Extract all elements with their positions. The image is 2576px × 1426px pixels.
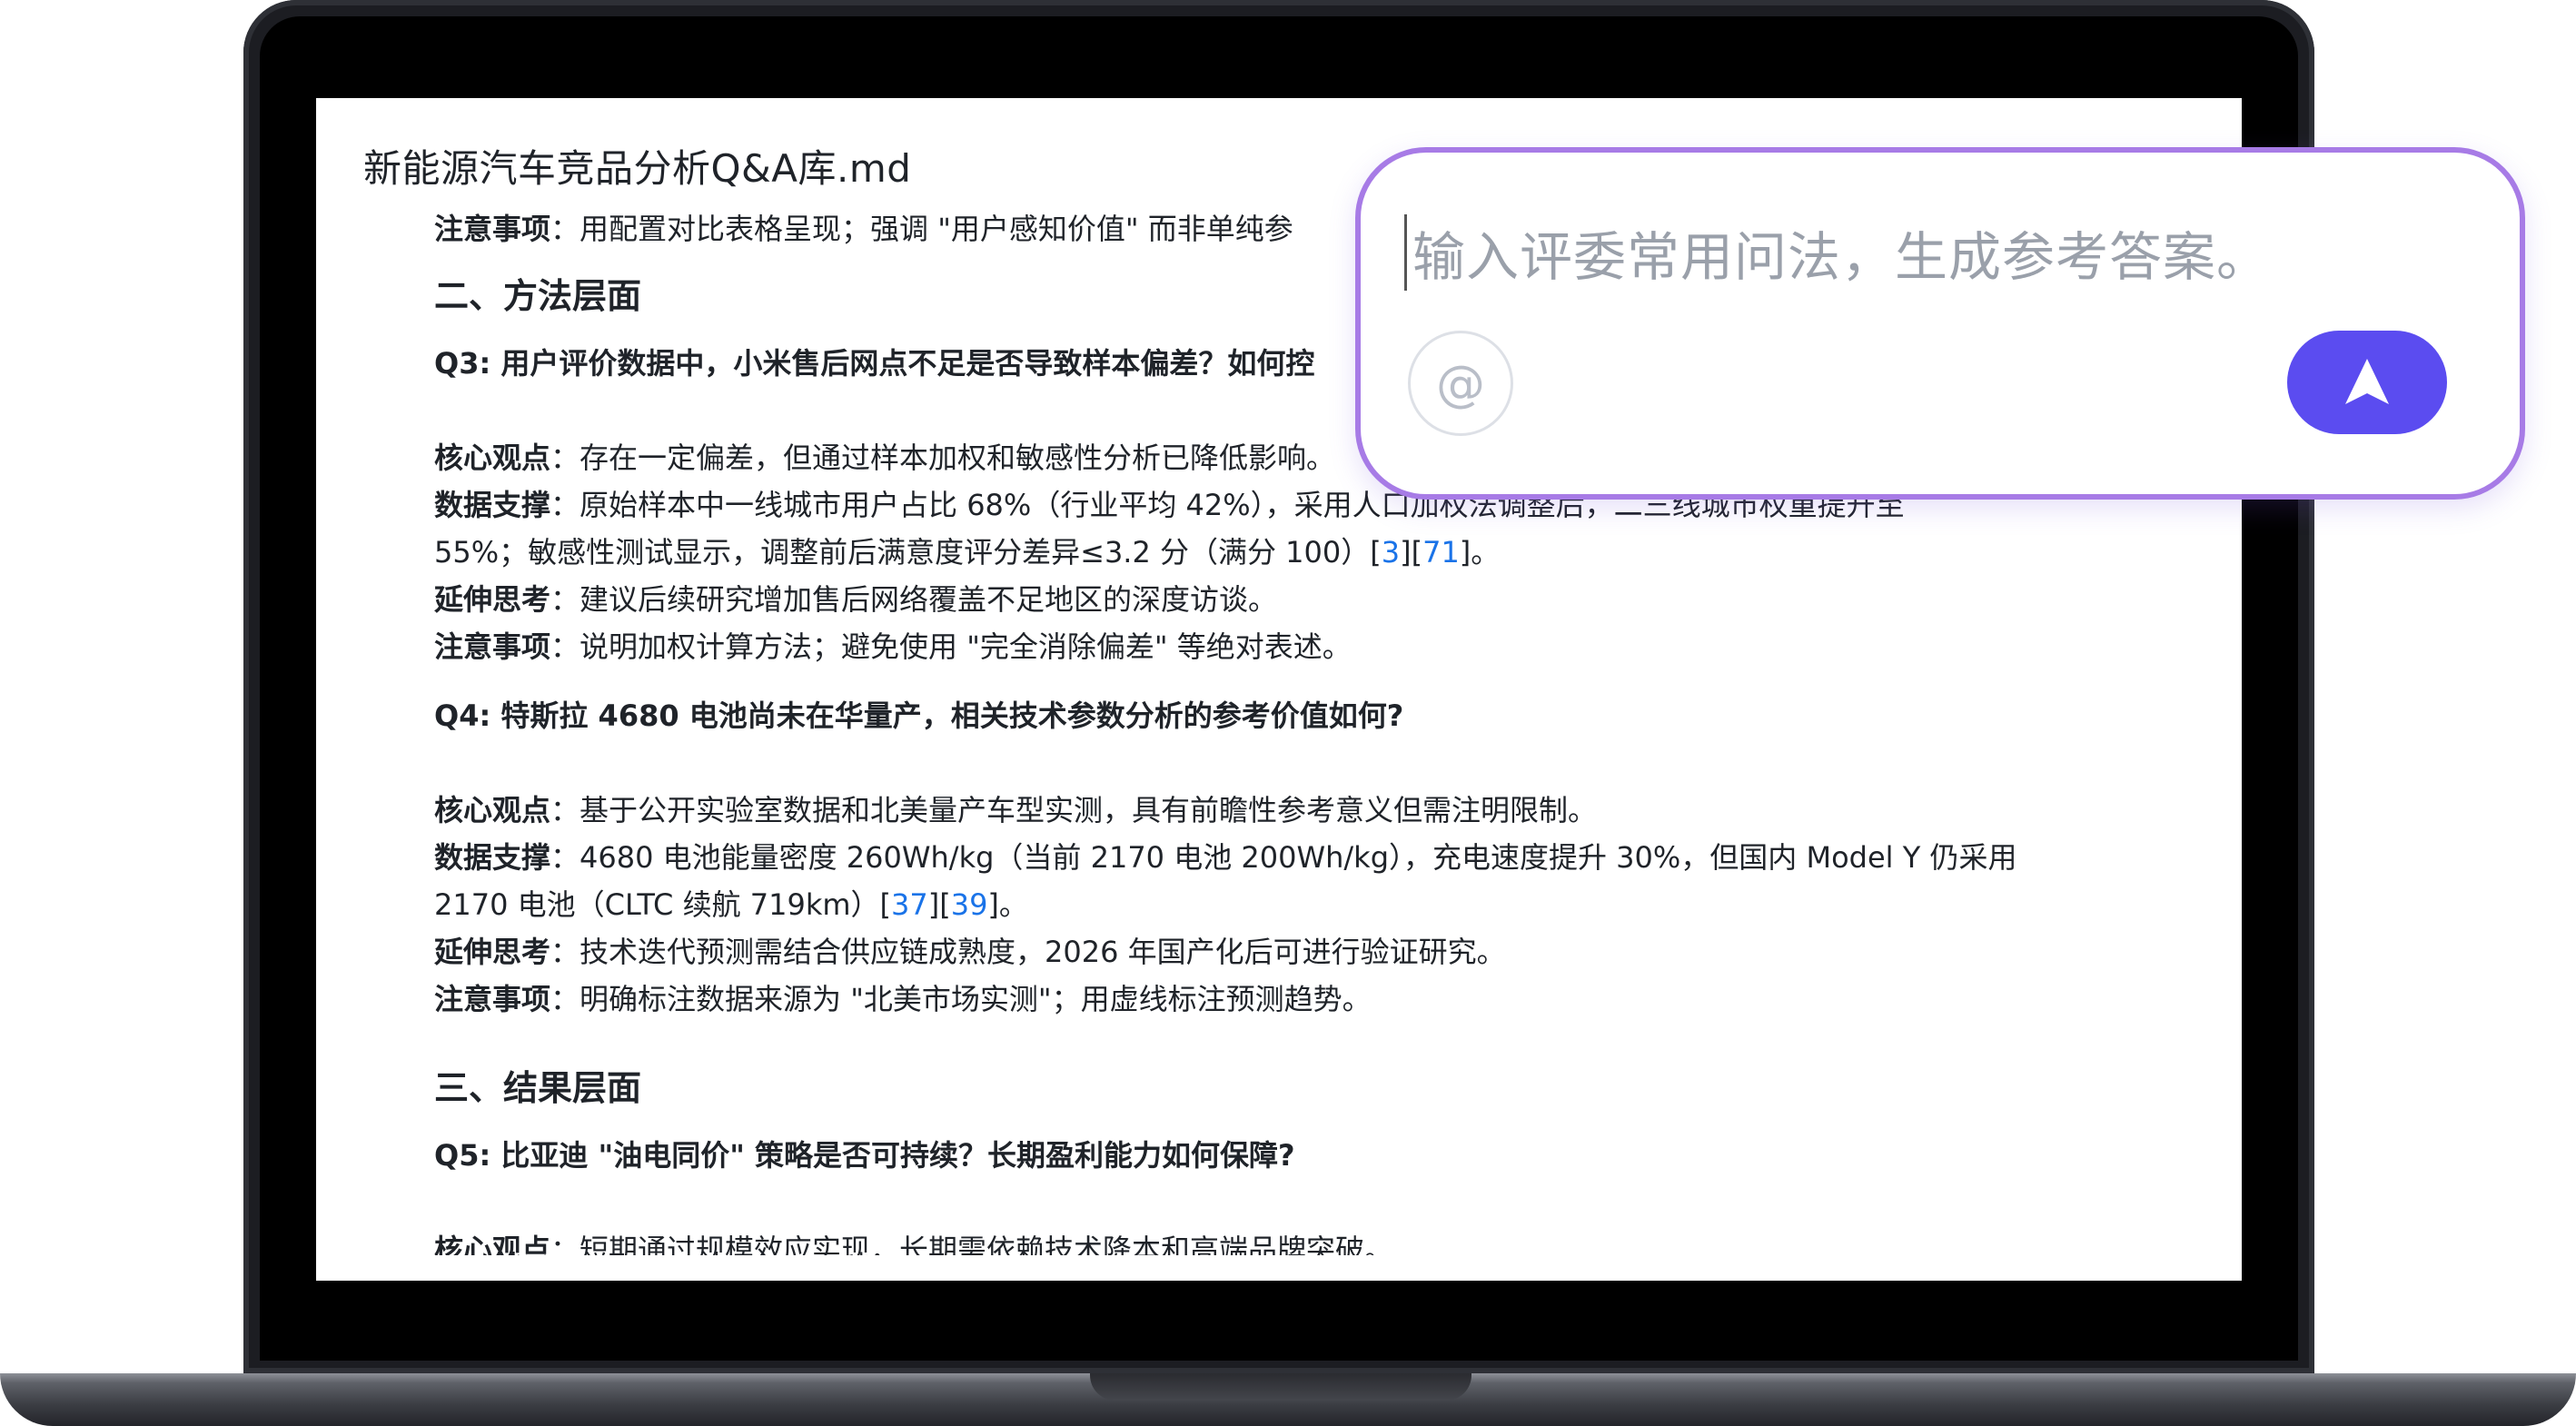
line-label: 延伸思考	[434, 935, 551, 969]
line-label: 注意事项	[434, 212, 551, 246]
citation-link[interactable]: 37	[891, 887, 928, 922]
line-label: 延伸思考	[434, 582, 551, 617]
text-line: 注意事项：明确标注数据来源为 "北美市场实测"；用虚线标注预测趋势。	[434, 975, 2160, 1023]
prompt-panel[interactable]: 输入评委常用问法，生成参考答案。 @	[1355, 147, 2525, 500]
line-suffix: 。	[1471, 535, 1501, 569]
line-text: ：明确标注数据来源为 "北美市场实测"；用虚线标注预测趋势。	[550, 982, 1372, 1016]
at-icon: @	[1436, 354, 1485, 412]
line-text: ：4680 电池能量密度 260Wh/kg（当前 2170 电池 200Wh/k…	[550, 840, 2017, 875]
send-button[interactable]	[2287, 331, 2447, 434]
text-line: 核心观点：基于公开实验室数据和北美量产车型实测，具有前瞻性参考意义但需注明限制。	[434, 787, 2160, 834]
line-text: ：技术迭代预测需结合供应链成熟度，2026 年国产化后可进行验证研究。	[550, 935, 1506, 969]
text-line: 注意事项：说明加权计算方法；避免使用 "完全消除偏差" 等绝对表述。	[434, 623, 2160, 670]
line-text: ：短期通过规模效应实现，长期需依赖技术降本和高端品牌突破。	[550, 1233, 1394, 1255]
text-line: 55%；敏感性测试显示，调整前后满意度评分差异≤3.2 分（满分 100）[3]…	[434, 535, 1501, 569]
line-text: 55%；敏感性测试显示，调整前后满意度评分差异≤3.2 分（满分 100）	[434, 535, 1371, 569]
citation-link[interactable]: 71	[1422, 535, 1460, 569]
send-arrow-icon	[2345, 359, 2389, 404]
citation-link[interactable]: 3	[1382, 535, 1400, 569]
text-line: 数据支撑：4680 电池能量密度 260Wh/kg（当前 2170 电池 200…	[434, 834, 2160, 881]
line-label: 数据支撑	[434, 488, 551, 522]
line-text: ：存在一定偏差，但通过样本加权和敏感性分析已降低影响。	[550, 441, 1336, 475]
text-line: 核心观点：短期通过规模效应实现，长期需依赖技术降本和高端品牌突破。	[434, 1226, 2160, 1255]
line-text: ：说明加权计算方法；避免使用 "完全消除偏差" 等绝对表述。	[550, 629, 1352, 664]
line-label: 注意事项	[434, 629, 551, 664]
line-label: 数据支撑	[434, 840, 551, 875]
text-line: 延伸思考：建议后续研究增加售后网络覆盖不足地区的深度访谈。	[434, 576, 2160, 623]
prompt-input[interactable]: 输入评委常用问法，生成参考答案。	[1404, 214, 2270, 291]
line-text: ：建议后续研究增加售后网络覆盖不足地区的深度访谈。	[550, 582, 1278, 617]
line-suffix: 。	[998, 887, 1028, 922]
line-label: 核心观点	[434, 1233, 551, 1255]
laptop-notch	[1090, 1373, 1471, 1401]
document-title: 新能源汽车竞品分析Q&A库.md	[363, 146, 912, 191]
line-label: 核心观点	[434, 793, 551, 827]
line-text: ：用配置对比表格呈现；强调 "用户感知价值" 而非单纯参	[550, 212, 1293, 246]
line-label: 注意事项	[434, 982, 551, 1016]
text-line: 2170 电池（CLTC 续航 719km）[37][39]。	[434, 887, 1028, 922]
question-title: Q5: 比亚迪 "油电同价" 策略是否可持续？长期盈利能力如何保障?	[434, 1138, 1295, 1173]
line-text: 2170 电池（CLTC 续航 719km）	[434, 887, 880, 922]
line-label: 核心观点	[434, 441, 551, 475]
mention-button[interactable]: @	[1408, 331, 1513, 436]
line-text: ：基于公开实验室数据和北美量产车型实测，具有前瞻性参考意义但需注明限制。	[550, 793, 1598, 827]
question-title: Q4: 特斯拉 4680 电池尚未在华量产，相关技术参数分析的参考价值如何?	[434, 698, 1404, 733]
citation-link[interactable]: 39	[951, 887, 988, 922]
text-line: 延伸思考：技术迭代预测需结合供应链成熟度，2026 年国产化后可进行验证研究。	[434, 928, 2160, 975]
section-heading: 三、结果层面	[434, 1068, 642, 1108]
